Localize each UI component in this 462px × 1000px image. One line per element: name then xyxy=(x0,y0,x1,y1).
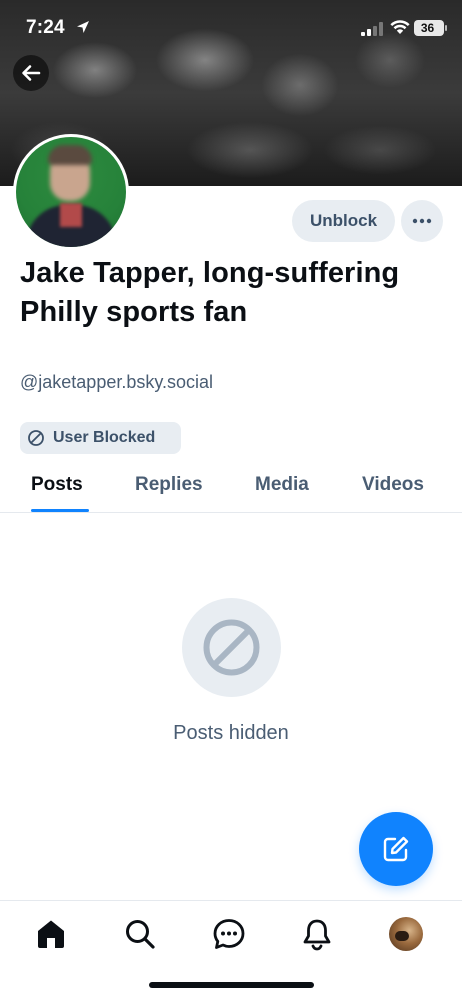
nav-search[interactable] xyxy=(123,917,157,951)
avatar-image xyxy=(16,137,126,247)
ellipsis-icon xyxy=(412,218,432,224)
unblock-button[interactable]: Unblock xyxy=(292,200,395,242)
blocked-icon xyxy=(203,619,260,676)
user-blocked-label: User Blocked xyxy=(53,429,156,446)
display-name: Jake Tapper, long-suffering Philly sport… xyxy=(20,257,400,328)
blocked-icon xyxy=(28,430,44,446)
posts-hidden-message: Posts hidden xyxy=(173,722,289,744)
nav-profile-avatar[interactable] xyxy=(389,917,423,951)
bell-icon xyxy=(303,919,331,951)
tab-posts[interactable]: Posts xyxy=(31,474,83,496)
posts-hidden-icon-circle xyxy=(182,598,281,697)
back-button[interactable] xyxy=(13,55,49,91)
compose-icon xyxy=(383,836,409,862)
battery-tip xyxy=(445,25,447,31)
location-arrow-icon xyxy=(77,21,89,33)
back-arrow-icon xyxy=(22,65,41,81)
home-icon xyxy=(38,920,64,948)
tab-replies[interactable]: Replies xyxy=(135,474,203,496)
active-tab-indicator xyxy=(31,509,89,512)
battery-level: 36 xyxy=(420,21,435,35)
user-blocked-badge: User Blocked xyxy=(20,422,181,454)
nav-chat[interactable] xyxy=(212,917,246,951)
compose-post-button[interactable] xyxy=(359,812,433,886)
battery-icon: 36 xyxy=(414,20,444,36)
tab-videos[interactable]: Videos xyxy=(362,474,424,496)
nav-notifications[interactable] xyxy=(300,917,334,951)
search-icon xyxy=(126,920,155,949)
home-indicator xyxy=(149,982,314,988)
chat-icon xyxy=(213,919,245,949)
profile-tabs: Posts Replies Media Videos xyxy=(0,460,462,513)
tab-media[interactable]: Media xyxy=(255,474,309,496)
more-options-button[interactable] xyxy=(401,200,443,242)
profile-handle: @jaketapper.bsky.social xyxy=(20,372,214,392)
status-time: 7:24 xyxy=(26,17,65,38)
profile-avatar[interactable] xyxy=(13,134,129,250)
status-bar: 7:24 36 xyxy=(0,0,462,56)
nav-home[interactable] xyxy=(34,917,68,951)
wifi-icon xyxy=(390,20,410,34)
bottom-nav xyxy=(0,900,462,1000)
cellular-signal-icon xyxy=(361,22,383,36)
